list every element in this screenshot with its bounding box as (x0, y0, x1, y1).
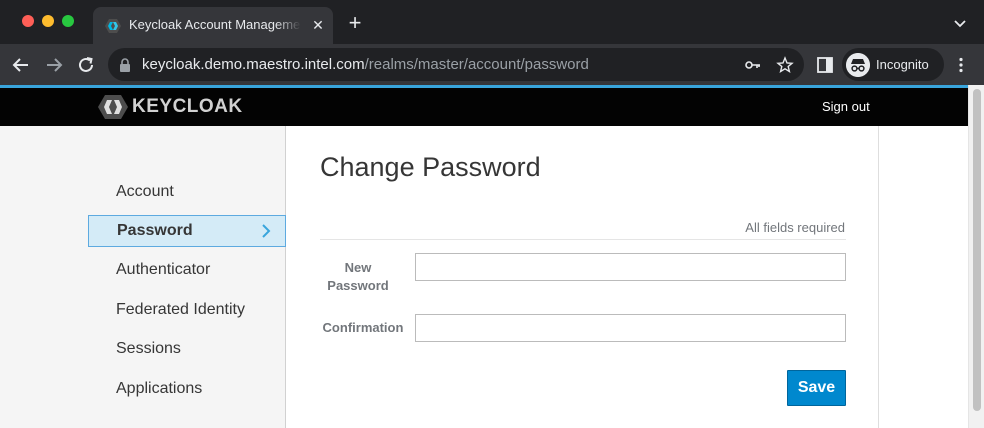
new-password-field[interactable] (415, 253, 846, 281)
page-scrollbar[interactable] (968, 85, 984, 428)
tab-title: Keycloak Account Management (129, 17, 301, 32)
main-content: Change Password All fields required New … (287, 126, 879, 428)
browser-menu-icon[interactable] (952, 56, 970, 74)
sidebar-item-label: Account (116, 183, 174, 200)
form-divider (320, 239, 846, 240)
sidebar-item-sessions[interactable]: Sessions (88, 333, 286, 365)
browser-tab-bar: Keycloak Account Management ✕ + (0, 0, 984, 44)
url-host: keycloak.demo.maestro.intel.com (142, 56, 365, 73)
sidebar-item-authenticator[interactable]: Authenticator (88, 254, 286, 286)
incognito-label: Incognito (876, 57, 929, 72)
new-tab-button[interactable]: + (344, 12, 366, 34)
tab-search-chevron-icon[interactable] (952, 15, 968, 31)
keycloak-logo-icon (98, 95, 128, 119)
save-button[interactable]: Save (787, 370, 846, 406)
sidebar-item-label: Sessions (116, 340, 181, 357)
maximize-window-button[interactable] (62, 15, 74, 27)
confirmation-label: Confirmation (322, 320, 404, 335)
sidebar-item-federated-identity[interactable]: Federated Identity (88, 294, 286, 326)
tab-close-icon[interactable]: ✕ (309, 16, 327, 34)
chevron-right-icon (262, 224, 271, 238)
sign-out-link[interactable]: Sign out (822, 99, 870, 114)
sidebar-item-label: Federated Identity (116, 301, 245, 318)
keycloak-favicon-icon (105, 19, 121, 33)
incognito-profile-button[interactable]: Incognito (842, 48, 944, 81)
lock-icon (120, 58, 130, 72)
page-title: Change Password (320, 152, 541, 182)
page-viewport: KEYCLOAK Sign out Account Password Authe… (0, 85, 984, 428)
address-bar[interactable]: keycloak.demo.maestro.intel.com/realms/m… (108, 48, 804, 81)
url-text: keycloak.demo.maestro.intel.com/realms/m… (142, 56, 589, 73)
sidebar-item-applications[interactable]: Applications (88, 373, 286, 405)
key-icon[interactable] (744, 56, 762, 74)
minimize-window-button[interactable] (42, 15, 54, 27)
new-password-label: New Password (327, 260, 389, 293)
keycloak-header: KEYCLOAK Sign out (0, 88, 968, 126)
sidebar-item-label: Password (117, 222, 193, 239)
sidebar-item-account[interactable]: Account (88, 176, 286, 208)
reload-icon[interactable] (75, 54, 97, 76)
browser-tab[interactable]: Keycloak Account Management ✕ (93, 7, 333, 44)
back-arrow-icon[interactable] (10, 54, 32, 76)
forward-arrow-icon[interactable] (43, 54, 65, 76)
bookmark-star-icon[interactable] (776, 56, 794, 74)
confirmation-field[interactable] (415, 314, 846, 342)
keycloak-logo[interactable]: KEYCLOAK (98, 94, 243, 120)
scrollbar-thumb[interactable] (973, 89, 981, 411)
required-fields-note: All fields required (745, 220, 845, 235)
url-path: /realms/master/account/password (364, 56, 589, 73)
sidebar-item-label: Authenticator (116, 261, 211, 278)
side-panel-icon[interactable] (815, 55, 835, 75)
keycloak-logo-text: KEYCLOAK (132, 96, 243, 117)
browser-toolbar: keycloak.demo.maestro.intel.com/realms/m… (0, 44, 984, 85)
sidebar-item-label: Applications (116, 380, 203, 397)
account-sidebar: Account Password Authenticator Federated… (0, 126, 286, 428)
sidebar-item-password[interactable]: Password (88, 215, 286, 247)
close-window-button[interactable] (22, 15, 34, 27)
incognito-icon (846, 53, 870, 77)
